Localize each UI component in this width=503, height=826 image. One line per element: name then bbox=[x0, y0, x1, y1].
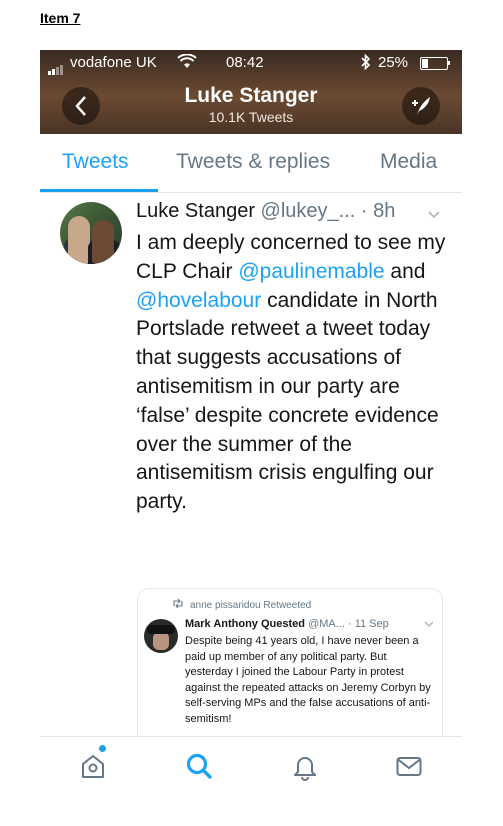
retweeted-by-line: anne pissaridou Retweeted bbox=[172, 598, 312, 611]
home-icon[interactable] bbox=[78, 751, 108, 786]
tweet-time: · 8h bbox=[360, 200, 396, 222]
quoted-tweet-date: · 11 Sep bbox=[347, 618, 389, 630]
battery-percent: 25% bbox=[378, 54, 409, 71]
tweet-text: I am deeply concerned to see my CLP Chai… bbox=[136, 229, 452, 517]
active-tab-indicator bbox=[40, 189, 158, 192]
battery-icon bbox=[420, 57, 448, 70]
compose-tweet-button[interactable] bbox=[402, 87, 440, 125]
profile-name: Luke Stanger bbox=[184, 84, 318, 107]
tab-media[interactable]: Media bbox=[380, 150, 437, 174]
mail-icon[interactable] bbox=[394, 751, 424, 786]
tab-tweets[interactable]: Tweets bbox=[62, 150, 129, 174]
quoted-author-name[interactable]: Mark Anthony Quested bbox=[185, 618, 305, 630]
mention-link[interactable]: @paulinemable bbox=[238, 260, 384, 283]
compose-tweet-icon bbox=[412, 97, 430, 115]
mention-link[interactable]: @hovelabour bbox=[136, 289, 261, 312]
battery-fill bbox=[422, 59, 428, 68]
tweet-author-name[interactable]: Luke Stanger bbox=[136, 200, 255, 222]
status-time: 08:42 bbox=[226, 54, 264, 71]
wifi-icon bbox=[177, 53, 197, 73]
tab-tweets-and-replies[interactable]: Tweets & replies bbox=[176, 150, 330, 174]
home-notification-dot bbox=[99, 745, 106, 752]
avatar[interactable] bbox=[60, 202, 122, 264]
retweeted-by-text: anne pissaridou Retweeted bbox=[190, 600, 312, 611]
tweet-header: Luke Stanger @lukey_... · 8h bbox=[136, 200, 452, 226]
tweet-text-part: and bbox=[384, 259, 426, 283]
tweet-count: 10.1K Tweets bbox=[208, 109, 294, 125]
search-icon[interactable] bbox=[184, 751, 214, 786]
profile-header: vodafone UK 08:42 25% Luke Stanger 10.1K… bbox=[40, 50, 462, 134]
twitter-profile-screen: vodafone UK 08:42 25% Luke Stanger 10.1K… bbox=[40, 50, 462, 826]
quoted-avatar[interactable] bbox=[144, 619, 178, 653]
tweet-menu-chevron-down-icon[interactable] bbox=[428, 206, 440, 222]
carrier-name: vodafone UK bbox=[70, 54, 157, 71]
bell-icon[interactable] bbox=[290, 751, 320, 786]
tweet-text-part: candidate in North Portslade retweet a t… bbox=[136, 288, 439, 514]
bluetooth-icon bbox=[360, 53, 372, 75]
quoted-tweet-header: Mark Anthony Quested @MA... · 11 Sep bbox=[185, 618, 437, 630]
battery-cap bbox=[448, 61, 450, 65]
bottom-tab-bar bbox=[40, 736, 462, 826]
signal-strength-icon bbox=[48, 58, 64, 75]
tweet-author-handle[interactable]: @lukey_... bbox=[261, 200, 356, 222]
retweet-icon bbox=[172, 598, 184, 611]
profile-tabs: Tweets Tweets & replies Media bbox=[40, 134, 462, 193]
quoted-tweet-text: Despite being 41 years old, I have never… bbox=[185, 635, 431, 725]
status-bar: vodafone UK 08:42 25% bbox=[40, 50, 462, 75]
item-label: Item 7 bbox=[40, 10, 81, 26]
quoted-author-handle[interactable]: @MA... bbox=[308, 618, 345, 630]
quoted-menu-chevron-down-icon[interactable] bbox=[424, 620, 434, 631]
